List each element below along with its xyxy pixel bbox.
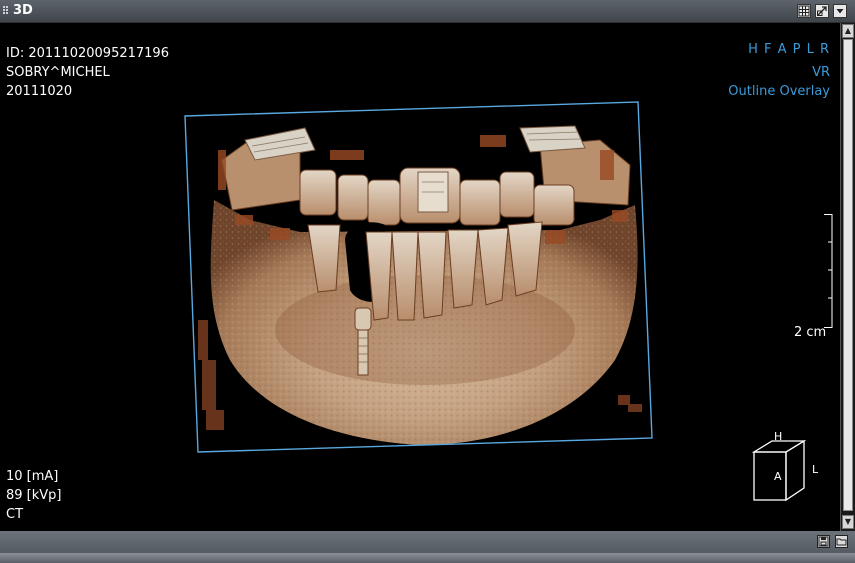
folder-icon[interactable] [835, 535, 848, 548]
patient-id: ID: 20111020095217196 [6, 46, 169, 61]
tube-voltage: 89 [kVp] [6, 488, 62, 503]
study-date: 20111020 [6, 84, 73, 99]
tube-current: 10 [mA] [6, 469, 59, 484]
patient-name: SOBRY^MICHEL [6, 65, 110, 80]
scroll-up-icon[interactable]: ▲ [842, 24, 854, 38]
scroll-down-icon[interactable]: ▼ [842, 515, 854, 529]
window-title: 3D [13, 3, 33, 18]
drag-grip-icon[interactable] [3, 6, 9, 16]
modality: CT [6, 507, 24, 522]
cube-front-label: A [774, 470, 782, 483]
footer-band [0, 553, 855, 563]
orientation-labels[interactable]: H F A P L R [748, 41, 830, 59]
scroll-thumb[interactable] [843, 39, 853, 511]
dropdown-menu-icon[interactable] [833, 4, 847, 18]
save-icon[interactable] [817, 535, 830, 548]
viewer-footer [0, 531, 855, 563]
maximize-icon[interactable] [815, 4, 829, 18]
viewer-titlebar: 3D [0, 0, 855, 23]
grid-layout-icon[interactable] [797, 4, 811, 18]
orientation-cube[interactable]: H L A [748, 427, 828, 507]
cube-top-label: H [774, 430, 783, 443]
volume-rendering [184, 101, 653, 453]
vertical-scrollbar[interactable]: ▲ ▼ [840, 23, 855, 531]
render-mode[interactable]: VR [812, 64, 830, 82]
overlay-mode[interactable]: Outline Overlay [728, 83, 830, 101]
scale-ruler [824, 214, 833, 328]
cube-side-label: L [812, 463, 819, 476]
3d-render-viewport[interactable]: ID: 20111020095217196 SOBRY^MICHEL 20111… [0, 23, 840, 531]
